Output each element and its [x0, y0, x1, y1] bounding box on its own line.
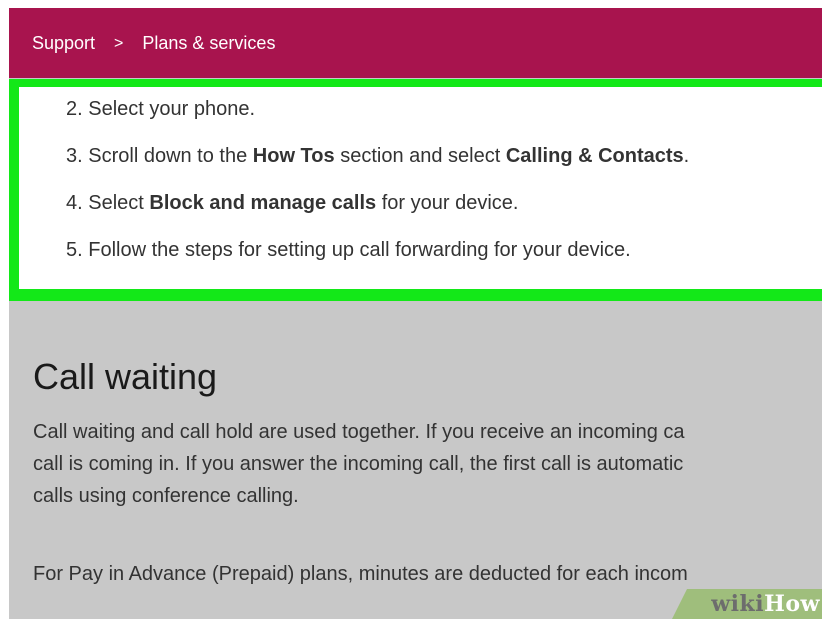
paragraph-line: Call waiting and call hold are used toge… — [33, 421, 685, 443]
step-emphasis-text: Calling & Contacts — [505, 145, 684, 167]
logo-wiki-text: wiki — [711, 591, 765, 617]
top-nav-bar: Support > Plans & services — [9, 8, 822, 78]
steps-list: 2. Select your phone. 3. Scroll down to t… — [66, 97, 822, 285]
paragraph-line: call is coming in. If you answer the inc… — [33, 453, 684, 475]
step-number: 3. — [66, 145, 83, 167]
step-emphasis-text: Block and manage calls — [149, 192, 377, 214]
step-number: 2. — [66, 98, 83, 120]
breadcrumb: Support > Plans & services — [32, 33, 275, 54]
step-text: Select — [88, 192, 150, 214]
paragraph-line: calls using conference calling. — [33, 485, 299, 507]
highlighted-steps-box: 2. Select your phone. 3. Scroll down to t… — [9, 79, 822, 301]
steps-panel: 2. Select your phone. 3. Scroll down to t… — [19, 87, 822, 289]
step-item: 4. Select Block and manage calls for you… — [66, 191, 822, 238]
logo-how-text: How — [764, 591, 820, 617]
step-emphasis-text: How Tos — [252, 145, 335, 167]
step-item: 3. Scroll down to the How Tos section an… — [66, 144, 822, 191]
step-text: for your device. — [376, 192, 519, 214]
wikihow-watermark: wikiHow — [672, 589, 822, 619]
step-text: section and select — [334, 145, 506, 167]
step-item: 2. Select your phone. — [66, 97, 822, 144]
breadcrumb-support-link[interactable]: Support — [32, 33, 95, 54]
page-frame: Support > Plans & services 2. Select you… — [9, 8, 822, 619]
breadcrumb-separator-icon: > — [114, 34, 124, 52]
prepaid-paragraph: For Pay in Advance (Prepaid) plans, minu… — [33, 563, 688, 585]
step-item: 5. Follow the steps for setting up call … — [66, 238, 822, 285]
step-text: Scroll down to the — [88, 145, 253, 167]
section-body: Call waiting and call hold are used toge… — [33, 416, 822, 590]
section-title: Call waiting — [33, 356, 218, 397]
step-text: Select your phone. — [88, 98, 256, 120]
wikihow-logo: wikiHow — [711, 591, 820, 617]
step-text: . — [683, 145, 690, 167]
step-number: 4. — [66, 192, 83, 214]
breadcrumb-plans-services-link[interactable]: Plans & services — [142, 33, 275, 54]
step-number: 5. — [66, 239, 83, 261]
step-text: Follow the steps for setting up call for… — [88, 239, 631, 261]
